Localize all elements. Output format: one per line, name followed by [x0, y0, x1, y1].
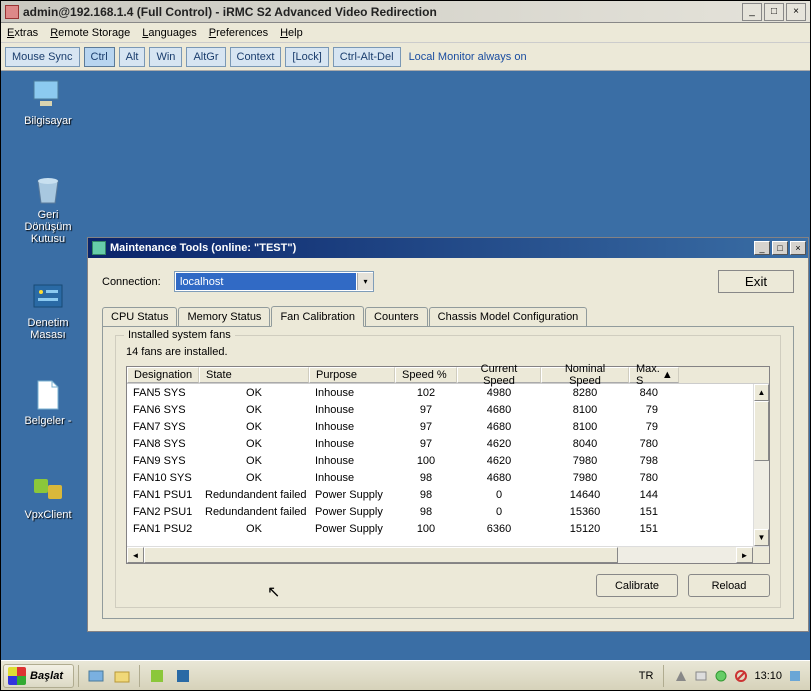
dialog-maximize-button[interactable]: □ [772, 241, 788, 255]
tray-icon-3[interactable] [714, 669, 728, 683]
col-nominal-speed[interactable]: Nominal Speed [541, 367, 629, 383]
start-button[interactable]: Başlat [3, 664, 74, 688]
table-row[interactable]: FAN5 SYSOKInhouse10249808280840 [127, 384, 769, 401]
vertical-scrollbar[interactable]: ▲ ▼ [753, 384, 769, 546]
context-button[interactable]: Context [230, 47, 282, 67]
tab-counters[interactable]: Counters [365, 307, 428, 326]
scroll-thumb[interactable] [754, 401, 769, 461]
col-speed-pct[interactable]: Speed % [395, 367, 457, 383]
table-row[interactable]: FAN1 PSU1Redundandent failedPower Supply… [127, 486, 769, 503]
scroll-left-icon[interactable]: ◄ [127, 547, 144, 563]
table-row[interactable]: FAN10 SYSOKInhouse9846807980780 [127, 469, 769, 486]
table-row[interactable]: FAN8 SYSOKInhouse9746208040780 [127, 435, 769, 452]
altgr-button[interactable]: AltGr [186, 47, 225, 67]
col-designation[interactable]: Designation [127, 367, 199, 383]
hscroll-thumb[interactable] [144, 547, 618, 563]
tray-icon-2[interactable] [694, 669, 708, 683]
tray-icon-4[interactable] [734, 669, 748, 683]
desktop-icon-recycle[interactable]: Geri Dönüşüm Kutusu [13, 171, 83, 245]
menubar: Extras Remote Storage Languages Preferen… [1, 23, 810, 43]
quicklaunch-explorer-icon[interactable] [111, 665, 133, 687]
tab-strip: CPU Status Memory Status Fan Calibration… [102, 305, 794, 326]
remote-taskbar: Başlat TR 13:10 [1, 660, 810, 690]
dialog-icon [92, 241, 106, 255]
maintenance-tools-dialog: Maintenance Tools (online: "TEST") _ □ ×… [87, 237, 809, 632]
tab-content: Installed system fans 14 fans are instal… [102, 326, 794, 619]
calibrate-button[interactable]: Calibrate [596, 574, 678, 597]
control-panel-icon [30, 279, 66, 315]
table-row[interactable]: FAN9 SYSOKInhouse10046207980798 [127, 452, 769, 469]
language-indicator[interactable]: TR [639, 670, 654, 682]
mouse-sync-button[interactable]: Mouse Sync [5, 47, 80, 67]
recycle-icon [30, 171, 66, 207]
quicklaunch-desktop-icon[interactable] [85, 665, 107, 687]
table-row[interactable]: FAN7 SYSOKInhouse974680810079 [127, 418, 769, 435]
menu-remote-storage[interactable]: Remote Storage [50, 27, 130, 39]
col-purpose[interactable]: Purpose [309, 367, 395, 383]
desktop-icon-documents[interactable]: Belgeler - [13, 377, 83, 427]
tab-fan-calibration[interactable]: Fan Calibration [271, 306, 364, 327]
scroll-up-icon[interactable]: ▲ [754, 384, 769, 401]
exit-button[interactable]: Exit [718, 270, 794, 293]
table-row[interactable]: FAN2 PSU1Redundandent failedPower Supply… [127, 503, 769, 520]
taskbar-app2-icon[interactable] [172, 665, 194, 687]
menu-extras[interactable]: Extras [7, 27, 38, 39]
documents-icon [30, 377, 66, 413]
close-button[interactable]: × [786, 3, 806, 21]
windows-logo-icon [8, 667, 26, 685]
col-state[interactable]: State [199, 367, 309, 383]
win-button[interactable]: Win [149, 47, 182, 67]
tray-icon-1[interactable] [674, 669, 688, 683]
lock-button[interactable]: [Lock] [285, 47, 328, 67]
menu-languages[interactable]: Languages [142, 27, 196, 39]
minimize-button[interactable]: _ [742, 3, 762, 21]
connection-combobox[interactable]: ▾ [174, 271, 374, 292]
maximize-button[interactable]: □ [764, 3, 784, 21]
toolbar: Mouse Sync Ctrl Alt Win AltGr Context [L… [1, 43, 810, 71]
desktop-icon-computer[interactable]: Bilgisayar [13, 77, 83, 127]
scroll-right-icon[interactable]: ► [736, 547, 753, 563]
taskbar-app1-icon[interactable] [146, 665, 168, 687]
tab-cpu-status[interactable]: CPU Status [102, 307, 177, 326]
menu-help[interactable]: Help [280, 27, 303, 39]
reload-button[interactable]: Reload [688, 574, 770, 597]
vpx-icon [30, 471, 66, 507]
desktop-icon-vpxclient[interactable]: VpxClient [13, 471, 83, 521]
dialog-title: Maintenance Tools (online: "TEST") [110, 242, 752, 254]
desktop-icon-control-panel[interactable]: Denetim Masası [13, 279, 83, 341]
clock[interactable]: 13:10 [754, 670, 782, 682]
dialog-close-button[interactable]: × [790, 241, 806, 255]
monitor-status: Local Monitor always on [409, 51, 527, 63]
computer-icon [30, 77, 66, 113]
tab-chassis-config[interactable]: Chassis Model Configuration [429, 307, 588, 326]
col-max-speed[interactable]: Max. S▲ [629, 367, 679, 383]
connection-label: Connection: [102, 276, 174, 288]
tray-icon-5[interactable] [788, 669, 802, 683]
app-icon [5, 5, 19, 19]
fieldset-legend: Installed system fans [124, 329, 235, 341]
window-title: admin@192.168.1.4 (Full Control) - iRMC … [23, 5, 742, 19]
fan-table: Designation State Purpose Speed % Curren… [126, 366, 770, 564]
table-row[interactable]: FAN6 SYSOKInhouse974680810079 [127, 401, 769, 418]
scroll-down-icon[interactable]: ▼ [754, 529, 769, 546]
connection-input[interactable] [176, 273, 356, 290]
ctrl-alt-del-button[interactable]: Ctrl-Alt-Del [333, 47, 401, 67]
col-current-speed[interactable]: Current Speed [457, 367, 541, 383]
tab-memory-status[interactable]: Memory Status [178, 307, 270, 326]
table-row[interactable]: FAN1 PSU2OKPower Supply100636015120151 [127, 520, 769, 537]
fan-count-text: 14 fans are installed. [126, 346, 770, 358]
remote-desktop: Bilgisayar Geri Dönüşüm Kutusu Denetim M… [1, 71, 810, 690]
dialog-minimize-button[interactable]: _ [754, 241, 770, 255]
dropdown-icon[interactable]: ▾ [357, 273, 373, 290]
horizontal-scrollbar[interactable]: ◄ ► [127, 546, 769, 563]
menu-preferences[interactable]: Preferences [209, 27, 268, 39]
ctrl-button[interactable]: Ctrl [84, 47, 115, 67]
alt-button[interactable]: Alt [119, 47, 146, 67]
